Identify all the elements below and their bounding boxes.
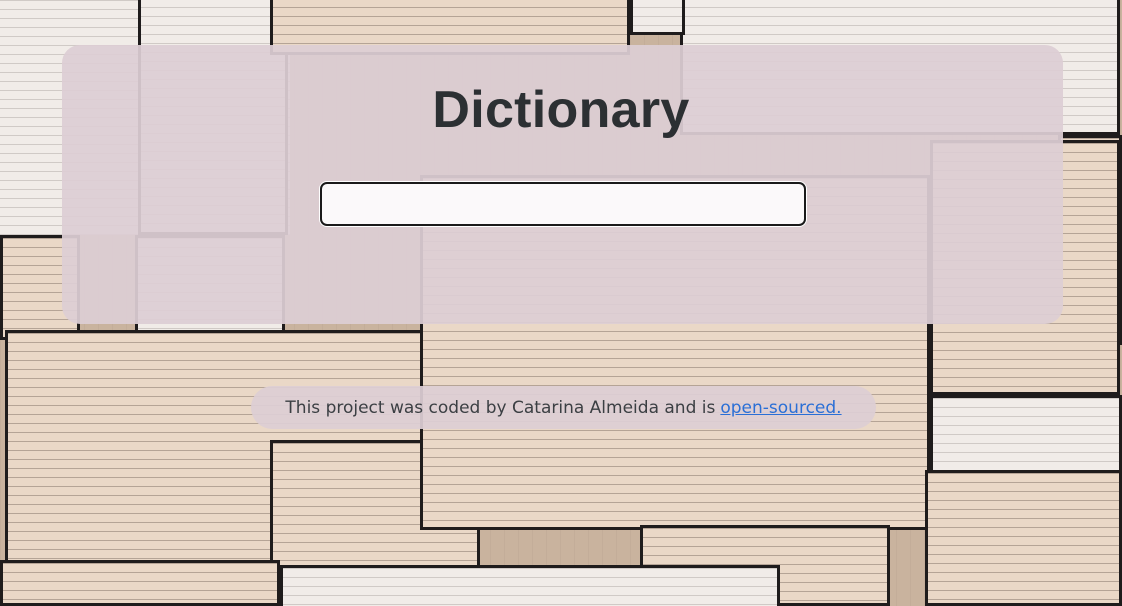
page-title: Dictionary (432, 81, 690, 139)
footer-text: This project was coded by Catarina Almei… (285, 397, 716, 418)
open-source-link[interactable]: open-sourced. (720, 398, 841, 418)
search-input[interactable] (320, 182, 806, 226)
footer-credit: This project was coded by Catarina Almei… (251, 386, 876, 429)
